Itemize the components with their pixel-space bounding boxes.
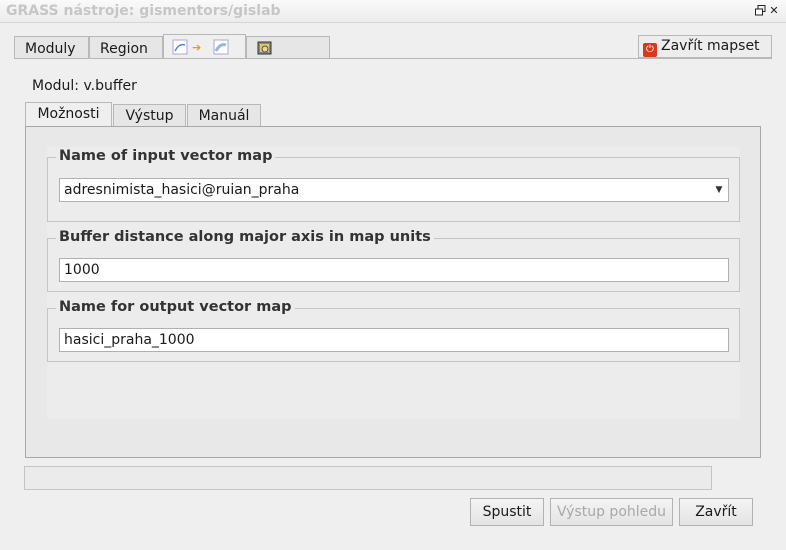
tab-map-display[interactable] xyxy=(246,36,330,58)
tab-moduly[interactable]: Moduly xyxy=(14,36,89,58)
distance-group: Buffer distance along major axis in map … xyxy=(47,229,740,292)
tabbar-divider xyxy=(14,58,772,59)
close-mapset-label: Zavřít mapset xyxy=(661,38,760,54)
chevron-down-icon[interactable]: ▼ xyxy=(711,180,727,200)
module-label: Modul: v.buffer xyxy=(32,78,137,94)
distance-input[interactable]: 1000 xyxy=(59,258,729,282)
tab-moznosti-label: Možnosti xyxy=(37,106,100,122)
options-panel: Name of input vector map adresnimista_ha… xyxy=(25,126,761,458)
input-map-label: Name of input vector map xyxy=(56,148,276,164)
tab-vystup[interactable]: Výstup xyxy=(113,104,186,127)
run-button[interactable]: Spustit xyxy=(470,498,544,526)
tab-manual[interactable]: Manuál xyxy=(187,104,261,127)
input-map-select[interactable]: adresnimista_hasici@ruian_praha ▼ xyxy=(59,178,729,202)
tab-vector-buffer[interactable]: ➔ xyxy=(163,34,246,58)
tab-vystup-label: Výstup xyxy=(125,108,174,124)
tab-region-label: Region xyxy=(100,41,148,57)
window-titlebar: GRASS nástroje: gismentors/gislab ✕ xyxy=(0,0,786,23)
tab-moznosti[interactable]: Možnosti xyxy=(25,102,112,128)
run-button-label: Spustit xyxy=(482,504,532,520)
tab-moduly-label: Moduly xyxy=(25,41,76,57)
output-map-group: Name for output vector map hasici_praha_… xyxy=(47,299,740,362)
view-output-button[interactable]: Výstup pohledu xyxy=(550,498,673,526)
output-map-value: hasici_praha_1000 xyxy=(64,332,195,348)
close-icon[interactable]: ✕ xyxy=(768,5,780,17)
restore-icon[interactable] xyxy=(754,5,766,17)
progress-bar xyxy=(24,466,712,490)
close-button[interactable]: Zavřít xyxy=(679,498,753,526)
distance-label: Buffer distance along major axis in map … xyxy=(56,229,434,245)
tab-region[interactable]: Region xyxy=(89,36,163,58)
output-map-label: Name for output vector map xyxy=(56,299,295,315)
distance-value: 1000 xyxy=(64,262,100,278)
window-title: GRASS nástroje: gismentors/gislab xyxy=(6,3,281,19)
tab-manual-label: Manuál xyxy=(198,108,250,124)
output-map-input[interactable]: hasici_praha_1000 xyxy=(59,328,729,352)
view-output-button-label: Výstup pohledu xyxy=(556,504,667,520)
power-icon: ⏻ xyxy=(643,43,657,57)
vector-buffer-icon: ➔ xyxy=(172,39,232,59)
close-button-label: Zavřít xyxy=(695,504,737,520)
svg-text:➔: ➔ xyxy=(192,41,201,54)
options-scroll-area: Name of input vector map adresnimista_ha… xyxy=(47,147,740,419)
input-map-group: Name of input vector map adresnimista_ha… xyxy=(47,148,740,222)
close-mapset-button[interactable]: ⏻ Zavřít mapset xyxy=(638,35,772,58)
input-map-value: adresnimista_hasici@ruian_praha xyxy=(64,182,300,198)
